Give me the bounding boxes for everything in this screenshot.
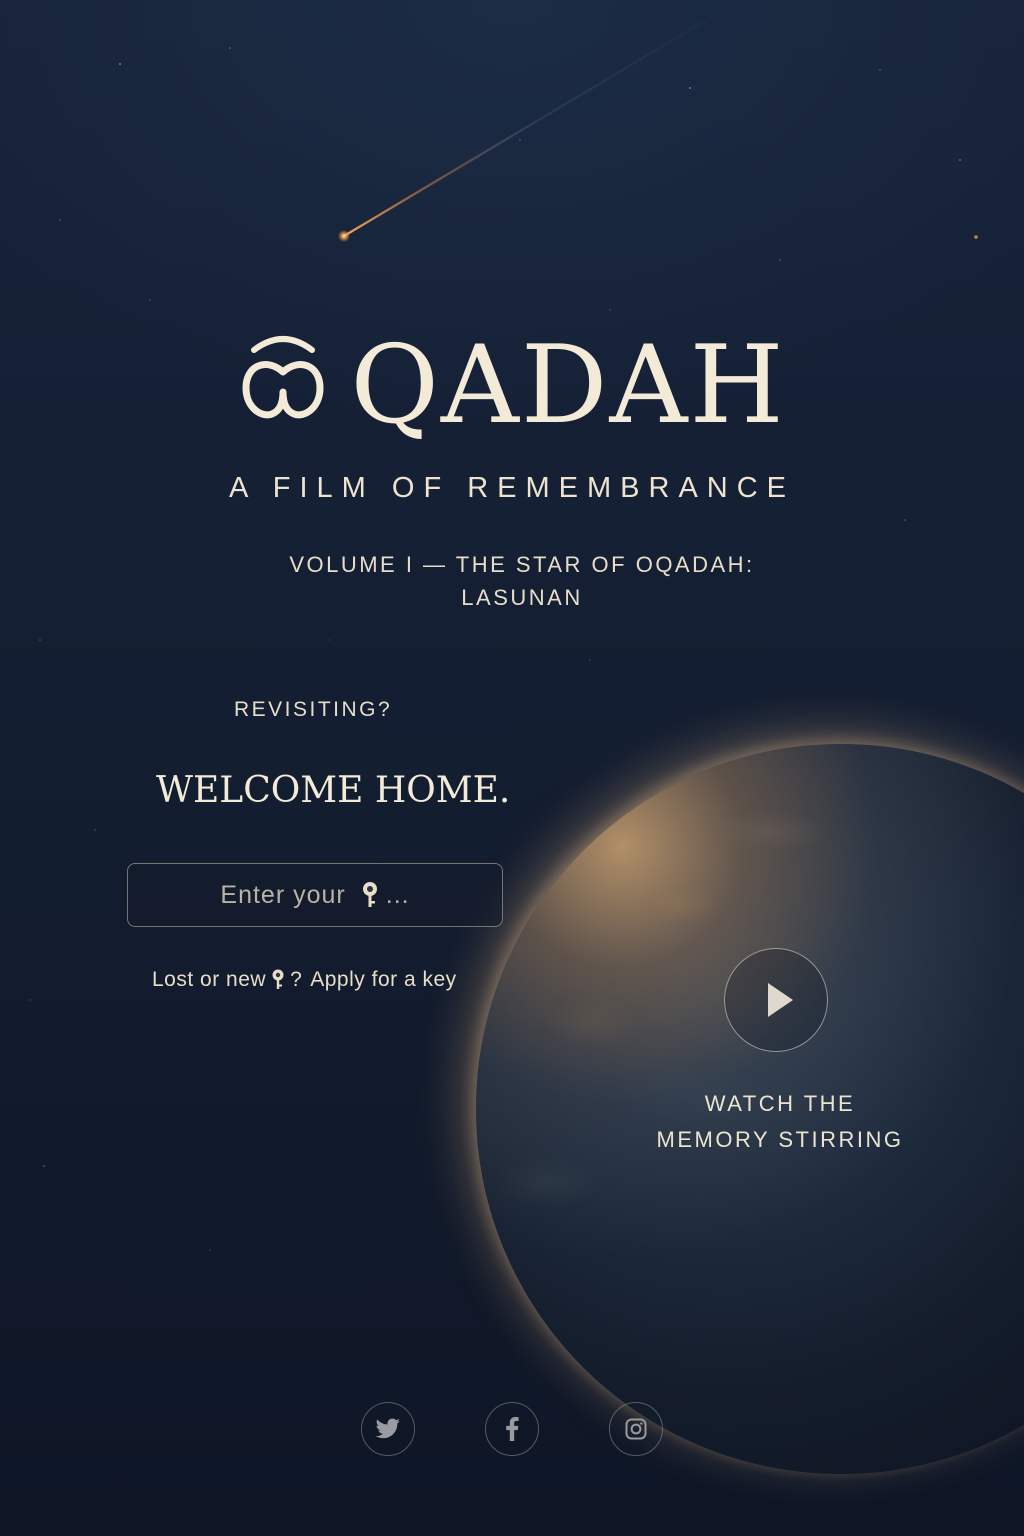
lost-key-row: Lost or new ? Apply for a key <box>152 968 457 992</box>
play-label-line-2: MEMORY STIRRING <box>656 1127 904 1152</box>
lost-key-text: Lost or new <box>152 968 267 991</box>
facebook-icon <box>506 1417 519 1441</box>
play-label-line-1: WATCH THE <box>704 1091 856 1116</box>
logo-mark-icon <box>242 336 324 419</box>
volume-title: VOLUME I — THE STAR OF OQADAH: LASUNAN <box>262 548 782 614</box>
logo-text: QADAH <box>350 323 786 448</box>
twitter-button[interactable] <box>361 1402 415 1456</box>
tagline: A FILM OF REMEMBRANCE <box>228 472 796 504</box>
facebook-button[interactable] <box>485 1402 539 1456</box>
instagram-button[interactable] <box>609 1402 663 1456</box>
play-video-button[interactable] <box>724 948 828 1052</box>
twitter-icon <box>375 1418 400 1439</box>
lost-key-question: ? <box>290 968 303 991</box>
play-icon <box>767 982 793 1017</box>
volume-line-2: LASUNAN <box>461 585 583 610</box>
key-input[interactable] <box>128 864 506 928</box>
volume-line-1: VOLUME I — THE STAR OF OQADAH: <box>289 552 755 577</box>
key-input-field[interactable]: Enter your ... <box>127 863 506 928</box>
play-video-label: WATCH THE MEMORY STIRRING <box>640 1086 920 1158</box>
instagram-icon <box>625 1418 647 1440</box>
logo: QADAH <box>0 330 1024 440</box>
revisiting-label: REVISITING? <box>234 698 393 721</box>
key-small-icon <box>272 969 284 989</box>
welcome-heading: WELCOME HOME. <box>156 770 511 811</box>
apply-for-key-link[interactable]: Apply for a key <box>310 968 456 992</box>
landing-page: QADAH A FILM OF REMEMBRANCE VOLUME I — T… <box>0 0 1024 1536</box>
